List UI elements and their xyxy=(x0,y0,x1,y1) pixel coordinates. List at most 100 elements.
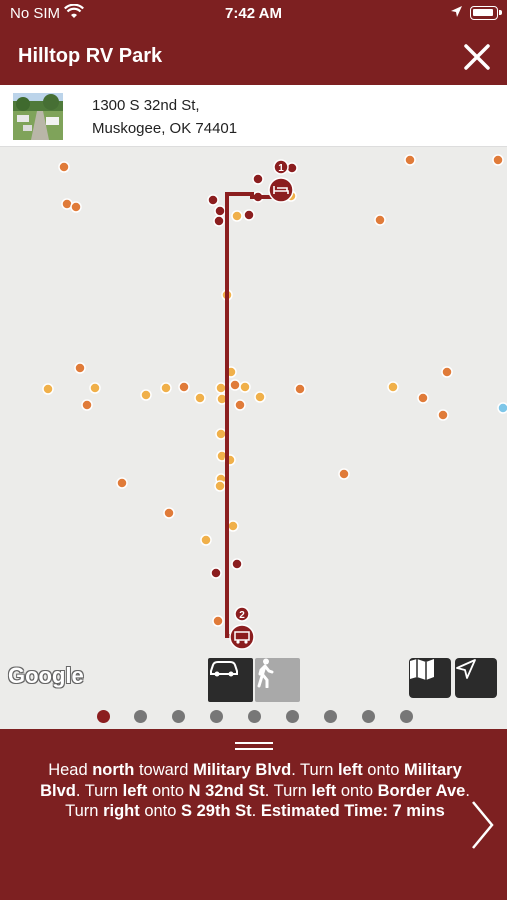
direction-segment: onto xyxy=(139,802,182,820)
poi-marker[interactable] xyxy=(89,382,101,394)
map-canvas[interactable]: 1 2 xyxy=(0,148,507,728)
route-line xyxy=(225,192,276,638)
address-line-2: Muskogee, OK 74401 xyxy=(92,120,238,137)
poi-marker[interactable] xyxy=(227,520,239,532)
page-dot[interactable] xyxy=(286,710,299,723)
poi-marker[interactable] xyxy=(213,215,225,227)
poi-marker[interactable] xyxy=(239,381,251,393)
direction-segment: . Turn xyxy=(291,761,338,779)
direction-segment: toward xyxy=(134,761,194,779)
poi-marker[interactable] xyxy=(210,567,222,579)
poi-marker[interactable] xyxy=(437,409,449,421)
map-view[interactable]: 1 2 Google xyxy=(0,148,507,728)
poi-marker[interactable] xyxy=(374,214,386,226)
step-pagination xyxy=(0,710,507,724)
direction-segment: . Turn xyxy=(264,781,312,800)
poi-marker[interactable] xyxy=(441,366,453,378)
direction-segment: S 29th St xyxy=(181,802,252,820)
page-title: Hilltop RV Park xyxy=(18,45,163,67)
address-line-1: 1300 S 32nd St, xyxy=(92,97,200,114)
page-dot[interactable] xyxy=(324,710,337,723)
direction-segment: onto xyxy=(147,781,189,800)
campground-photo xyxy=(13,93,63,140)
poi-marker[interactable] xyxy=(70,201,82,213)
poi-marker[interactable] xyxy=(81,399,93,411)
direction-segment: Border Ave xyxy=(377,781,466,800)
walk-mode-button[interactable] xyxy=(255,658,300,702)
marker-2[interactable]: 2 xyxy=(229,606,255,650)
navigation-arrow-icon xyxy=(456,659,476,679)
drag-handle-icon[interactable] xyxy=(235,742,273,750)
page-dot[interactable] xyxy=(248,710,261,723)
bed-icon xyxy=(268,177,294,203)
poi-marker[interactable] xyxy=(294,383,306,395)
poi-marker[interactable] xyxy=(417,392,429,404)
direction-segment: onto xyxy=(362,761,405,779)
poi-marker[interactable] xyxy=(215,382,227,394)
close-button[interactable] xyxy=(460,40,494,74)
poi-marker[interactable] xyxy=(387,381,399,393)
poi-marker[interactable] xyxy=(214,205,226,217)
direction-segment: . Turn xyxy=(75,781,123,800)
direction-segment: right xyxy=(103,802,140,820)
poi-marker[interactable] xyxy=(74,362,86,374)
poi-marker[interactable] xyxy=(200,534,212,546)
direction-segment: onto xyxy=(336,781,378,800)
page-dot[interactable] xyxy=(400,710,413,723)
poi-marker[interactable] xyxy=(160,382,172,394)
direction-segment: left xyxy=(311,781,337,800)
poi-marker[interactable] xyxy=(163,507,175,519)
rv-icon xyxy=(229,624,255,650)
poi-marker[interactable] xyxy=(58,161,70,173)
page-dot[interactable] xyxy=(172,710,185,723)
poi-marker[interactable] xyxy=(215,428,227,440)
poi-marker[interactable] xyxy=(231,210,243,222)
direction-segment: N 32nd St xyxy=(188,781,265,800)
car-icon xyxy=(210,661,238,677)
map-type-button[interactable] xyxy=(409,658,451,698)
poi-marker[interactable] xyxy=(116,477,128,489)
page-dot[interactable] xyxy=(362,710,375,723)
status-bar: No SIM 7:42 AM xyxy=(0,0,507,28)
location-services-icon xyxy=(450,5,463,22)
directions-text: Head north toward Military Blvd. Turn le… xyxy=(40,760,470,822)
address: 1300 S 32nd St, Muskogee, OK 74401 xyxy=(92,94,237,140)
poi-marker[interactable] xyxy=(404,154,416,166)
my-location-button[interactable] xyxy=(455,658,497,698)
poi-marker[interactable] xyxy=(212,615,224,627)
poi-marker[interactable] xyxy=(497,402,507,414)
poi-marker[interactable] xyxy=(492,154,504,166)
direction-segment: . xyxy=(251,802,261,820)
directions-panel[interactable]: Head north toward Military Blvd. Turn le… xyxy=(0,729,507,900)
poi-marker[interactable] xyxy=(338,468,350,480)
drive-mode-button[interactable] xyxy=(208,658,253,702)
poi-marker[interactable] xyxy=(252,173,264,185)
clock: 7:42 AM xyxy=(225,5,282,22)
poi-marker[interactable] xyxy=(229,379,241,391)
direction-segment: Head xyxy=(48,761,93,779)
estimated-time: Estimated Time: 7 mins xyxy=(260,802,445,820)
poi-marker[interactable] xyxy=(207,194,219,206)
poi-marker[interactable] xyxy=(194,392,206,404)
destination-card[interactable]: 1300 S 32nd St, Muskogee, OK 74401 xyxy=(0,85,507,147)
direction-segment: left xyxy=(122,781,148,800)
close-icon xyxy=(464,44,490,70)
poi-marker[interactable] xyxy=(178,381,190,393)
poi-marker[interactable] xyxy=(140,389,152,401)
poi-marker[interactable] xyxy=(254,391,266,403)
poi-marker[interactable] xyxy=(214,480,226,492)
marker-2-label: 2 xyxy=(239,610,245,621)
poi-marker[interactable] xyxy=(231,558,243,570)
next-step-button[interactable] xyxy=(470,799,496,851)
page-dot[interactable] xyxy=(210,710,223,723)
page-dot[interactable] xyxy=(134,710,147,723)
direction-segment: Military Blvd xyxy=(193,761,292,779)
poi-marker[interactable] xyxy=(234,399,246,411)
map-icon xyxy=(410,659,434,680)
chevron-right-icon xyxy=(472,801,494,849)
direction-segment: north xyxy=(92,761,135,779)
poi-marker[interactable] xyxy=(42,383,54,395)
poi-marker[interactable] xyxy=(243,209,255,221)
battery-icon xyxy=(470,6,502,20)
page-dot[interactable] xyxy=(97,710,110,723)
